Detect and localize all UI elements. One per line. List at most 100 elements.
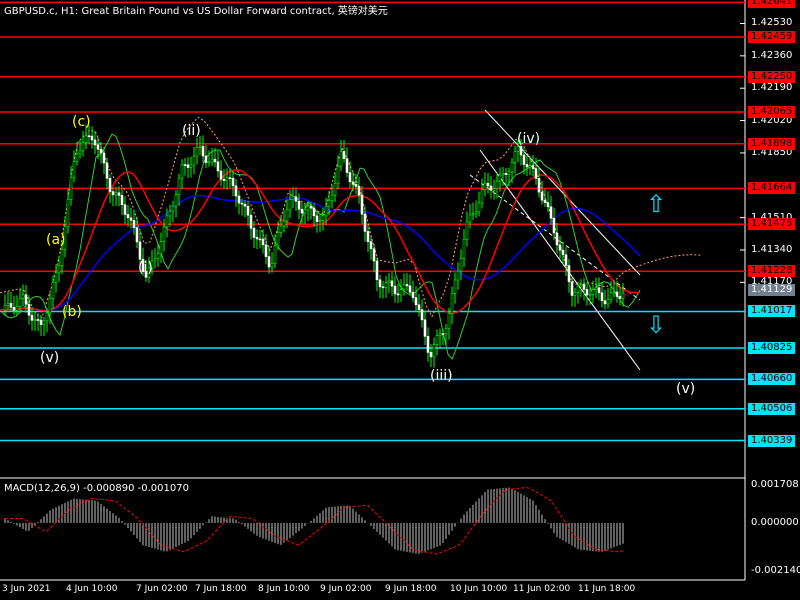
candle-body bbox=[414, 297, 418, 306]
candle-body bbox=[420, 309, 424, 321]
candle-body bbox=[477, 202, 481, 213]
candle-body bbox=[618, 296, 622, 299]
candle-body bbox=[453, 279, 457, 294]
candle-body bbox=[204, 155, 208, 163]
candle-body bbox=[411, 291, 415, 298]
candle-body bbox=[297, 200, 301, 210]
candle-body bbox=[153, 258, 157, 262]
candle-body bbox=[30, 314, 34, 321]
resistance-price-label: 1.42250 bbox=[748, 70, 796, 83]
candle-body bbox=[69, 176, 73, 200]
time-axis-label: 11 Jun 02:00 bbox=[513, 584, 571, 594]
candle-body bbox=[54, 272, 58, 283]
candle-body bbox=[495, 180, 499, 189]
candle-body bbox=[42, 320, 46, 325]
candle-body bbox=[108, 178, 112, 192]
candle-body bbox=[465, 221, 469, 240]
candle-body bbox=[552, 217, 556, 234]
candle-body bbox=[258, 238, 262, 241]
candle-body bbox=[84, 135, 88, 143]
moving-average-blue bbox=[0, 194, 641, 312]
candle-body bbox=[9, 303, 13, 308]
candle-body bbox=[18, 298, 22, 307]
candle-body bbox=[39, 319, 43, 325]
candle-body bbox=[510, 161, 514, 173]
candle-body bbox=[603, 300, 607, 305]
candle-body bbox=[198, 146, 202, 148]
candle-body bbox=[228, 177, 232, 179]
candle-body bbox=[246, 205, 250, 216]
candle-body bbox=[105, 162, 109, 179]
time-axis-label: 7 Jun 02:00 bbox=[136, 584, 188, 594]
candle-body bbox=[210, 158, 214, 163]
candle-body bbox=[594, 287, 598, 291]
candle-body bbox=[501, 173, 505, 176]
candle-body bbox=[78, 150, 82, 155]
candle-body bbox=[231, 177, 235, 187]
time-axis-label: 7 Jun 18:00 bbox=[195, 584, 247, 594]
candle-body bbox=[180, 164, 184, 179]
time-axis-label: 9 Jun 02:00 bbox=[320, 584, 372, 594]
candle-body bbox=[333, 183, 337, 196]
candle-body bbox=[156, 253, 160, 259]
support-price-label: 1.41017 bbox=[748, 305, 796, 318]
candle-body bbox=[387, 280, 391, 284]
resistance-price-label: 1.42065 bbox=[748, 105, 796, 118]
wave-label-v: (v) bbox=[40, 350, 60, 366]
wave-label-b: (b) bbox=[62, 304, 82, 320]
chart-window[interactable]: GBPUSD.c, H1: Great Britain Pound vs US … bbox=[0, 0, 800, 600]
candle-body bbox=[396, 293, 400, 296]
candle-body bbox=[336, 166, 340, 184]
resistance-price-label: 1.41228 bbox=[748, 265, 796, 278]
candle-body bbox=[441, 333, 445, 335]
candle-body bbox=[276, 232, 280, 247]
candle-body bbox=[117, 192, 121, 196]
candle-body bbox=[165, 215, 169, 228]
candle-body bbox=[234, 185, 238, 197]
candle-body bbox=[225, 177, 229, 181]
candle-body bbox=[423, 319, 427, 337]
axis-price-label: 1.42360 bbox=[751, 49, 793, 61]
candle-body bbox=[45, 312, 49, 322]
candle-body bbox=[570, 281, 574, 296]
candle-body bbox=[282, 220, 286, 227]
candle-body bbox=[384, 282, 388, 288]
wave-label-a: (a) bbox=[46, 232, 66, 248]
candle-body bbox=[330, 194, 334, 201]
candle-body bbox=[582, 284, 586, 290]
candle-body bbox=[93, 139, 97, 146]
candle-body bbox=[486, 182, 490, 187]
wave-label-i: (i) bbox=[138, 260, 153, 276]
candle-body bbox=[318, 220, 322, 222]
candle-body bbox=[504, 173, 508, 175]
chart-canvas[interactable] bbox=[0, 0, 800, 600]
candle-body bbox=[432, 344, 436, 358]
candle-body bbox=[417, 304, 421, 310]
candle-body bbox=[447, 313, 451, 329]
time-axis-label: 4 Jun 10:00 bbox=[66, 584, 118, 594]
candle-body bbox=[600, 292, 604, 302]
candle-body bbox=[219, 170, 223, 180]
candle-body bbox=[528, 165, 532, 168]
candle-body bbox=[369, 241, 373, 250]
candle-body bbox=[201, 146, 205, 157]
candle-body bbox=[513, 151, 517, 163]
candle-body bbox=[243, 203, 247, 207]
candle-body bbox=[3, 305, 7, 311]
candle-body bbox=[366, 231, 370, 242]
resistance-price-label: 1.41664 bbox=[748, 182, 796, 195]
candle-body bbox=[159, 241, 163, 254]
candle-body bbox=[312, 207, 316, 217]
candle-body bbox=[378, 279, 382, 288]
candle-body bbox=[213, 158, 217, 163]
time-axis-label: 10 Jun 10:00 bbox=[450, 584, 508, 594]
candle-body bbox=[372, 248, 376, 262]
arrow-down-icon: ⇩ bbox=[646, 311, 667, 339]
candle-body bbox=[348, 172, 352, 183]
candle-body bbox=[129, 217, 133, 221]
candle-body bbox=[597, 287, 601, 294]
candle-body bbox=[354, 184, 358, 187]
candle-body bbox=[324, 206, 328, 217]
candle-body bbox=[21, 294, 25, 299]
candle-body bbox=[303, 209, 307, 214]
